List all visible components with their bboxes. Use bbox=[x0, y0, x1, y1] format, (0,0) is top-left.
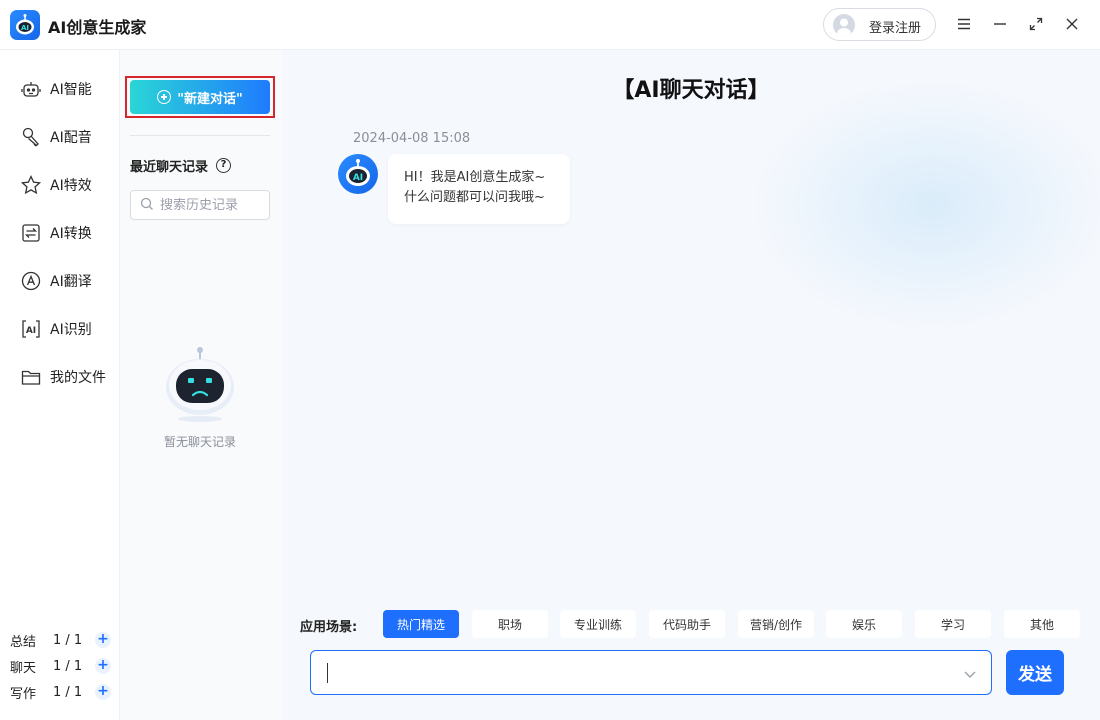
empty-robot-icon bbox=[164, 345, 236, 425]
usage-count: 1 / 1 bbox=[53, 658, 83, 674]
usage-count: 1 / 1 bbox=[53, 632, 83, 648]
scene-chip-marketing[interactable]: 营销/创作 bbox=[738, 610, 814, 638]
scan-icon: AI bbox=[20, 318, 42, 340]
translate-icon bbox=[20, 270, 42, 292]
usage-row-writing: 写作 1 / 1 + bbox=[10, 682, 115, 702]
scene-chip-code[interactable]: 代码助手 bbox=[649, 610, 725, 638]
empty-history-text: 暂无聊天记录 bbox=[163, 435, 236, 449]
menu-icon[interactable] bbox=[952, 12, 976, 36]
chevron-down-icon[interactable] bbox=[961, 665, 979, 683]
add-writing-quota-button[interactable]: + bbox=[95, 684, 111, 700]
left-sidebar: AI智能 AI配音 AI特效 AI转换 AI翻译 AI AI识别 我的文件 总结… bbox=[0, 50, 120, 720]
scene-chip-entertainment[interactable]: 娱乐 bbox=[826, 610, 902, 638]
star-icon bbox=[20, 174, 42, 196]
sidebar-item-ai-recognize[interactable]: AI AI识别 bbox=[20, 316, 115, 342]
new-chat-label: "新建对话" bbox=[177, 91, 243, 107]
login-register-label: 登录注册 bbox=[869, 21, 922, 36]
history-search-box[interactable] bbox=[130, 190, 270, 220]
sidebar-item-label: AI配音 bbox=[50, 130, 92, 146]
folder-icon bbox=[20, 366, 42, 388]
svg-text:AI: AI bbox=[353, 173, 363, 183]
maximize-icon[interactable] bbox=[1024, 12, 1048, 36]
robot-icon bbox=[20, 78, 42, 100]
bot-avatar-icon: AI bbox=[338, 154, 378, 194]
sidebar-item-my-files[interactable]: 我的文件 bbox=[20, 364, 115, 390]
title-bar: AI AI创意生成家 登录注册 bbox=[0, 0, 1100, 50]
sidebar-item-label: AI识别 bbox=[50, 322, 92, 338]
scene-label: 应用场景: bbox=[300, 620, 358, 635]
recent-history-title: 最近聊天记录 ? bbox=[130, 156, 232, 175]
background-glow bbox=[752, 80, 1100, 330]
sidebar-item-ai-smart[interactable]: AI智能 bbox=[20, 76, 115, 102]
text-caret bbox=[327, 663, 328, 683]
sidebar-item-ai-convert[interactable]: AI转换 bbox=[20, 220, 115, 246]
scene-chip-other[interactable]: 其他 bbox=[1004, 610, 1080, 638]
scene-chip-workplace[interactable]: 职场 bbox=[472, 610, 548, 638]
divider bbox=[130, 135, 270, 136]
close-icon[interactable] bbox=[1060, 12, 1084, 36]
new-chat-button[interactable]: "新建对话" bbox=[130, 80, 270, 114]
sidebar-item-label: AI智能 bbox=[50, 82, 92, 98]
sidebar-item-ai-effects[interactable]: AI特效 bbox=[20, 172, 115, 198]
usage-label: 聊天 bbox=[10, 660, 37, 676]
chat-history-panel: "新建对话" 最近聊天记录 ? 暂无聊天记录 bbox=[120, 50, 282, 720]
sidebar-item-ai-translate[interactable]: AI翻译 bbox=[20, 268, 115, 294]
convert-icon bbox=[20, 222, 42, 244]
message-input[interactable] bbox=[327, 661, 947, 685]
message-line: 什么问题都可以问我哦~ bbox=[404, 190, 545, 205]
plus-circle-icon bbox=[157, 90, 172, 104]
help-icon[interactable]: ? bbox=[216, 158, 232, 173]
message-timestamp: 2024-04-08 15:08 bbox=[353, 131, 471, 146]
add-summary-quota-button[interactable]: + bbox=[95, 632, 111, 648]
send-button[interactable]: 发送 bbox=[1006, 650, 1064, 695]
chat-title: 【AI聊天对话】 bbox=[612, 78, 770, 103]
scene-chip-hot[interactable]: 热门精选 bbox=[383, 610, 459, 638]
svg-text:AI: AI bbox=[26, 326, 36, 336]
svg-text:AI: AI bbox=[21, 24, 29, 32]
usage-label: 总结 bbox=[10, 634, 37, 650]
bot-message-bubble: HI！我是AI创意生成家~ 什么问题都可以问我哦~ bbox=[388, 154, 570, 224]
microphone-icon bbox=[20, 126, 42, 148]
usage-label: 写作 bbox=[10, 686, 37, 702]
usage-count: 1 / 1 bbox=[53, 684, 83, 700]
usage-row-summary: 总结 1 / 1 + bbox=[10, 630, 115, 650]
login-register-button[interactable]: 登录注册 bbox=[823, 8, 936, 41]
recent-history-label: 最近聊天记录 bbox=[130, 160, 209, 175]
message-line: HI！我是AI创意生成家~ bbox=[404, 170, 546, 185]
message-input-box[interactable] bbox=[310, 650, 992, 695]
search-icon bbox=[140, 196, 154, 215]
sidebar-item-label: AI翻译 bbox=[50, 274, 92, 290]
scene-chip-training[interactable]: 专业训练 bbox=[560, 610, 636, 638]
usage-row-chat: 聊天 1 / 1 + bbox=[10, 656, 115, 676]
sidebar-item-ai-dubbing[interactable]: AI配音 bbox=[20, 124, 115, 150]
app-title: AI创意生成家 bbox=[48, 18, 147, 37]
user-avatar-icon bbox=[833, 14, 855, 36]
minimize-icon[interactable] bbox=[988, 12, 1012, 36]
sidebar-item-label: AI转换 bbox=[50, 226, 92, 242]
robot-logo-icon: AI bbox=[10, 10, 40, 40]
scene-chip-study[interactable]: 学习 bbox=[915, 610, 991, 638]
sidebar-item-label: AI特效 bbox=[50, 178, 92, 194]
sidebar-item-label: 我的文件 bbox=[50, 370, 106, 386]
history-search-input[interactable] bbox=[160, 197, 265, 213]
add-chat-quota-button[interactable]: + bbox=[95, 658, 111, 674]
chat-main-area: 【AI聊天对话】 2024-04-08 15:08 AI HI！我是AI创意生成… bbox=[282, 50, 1100, 720]
